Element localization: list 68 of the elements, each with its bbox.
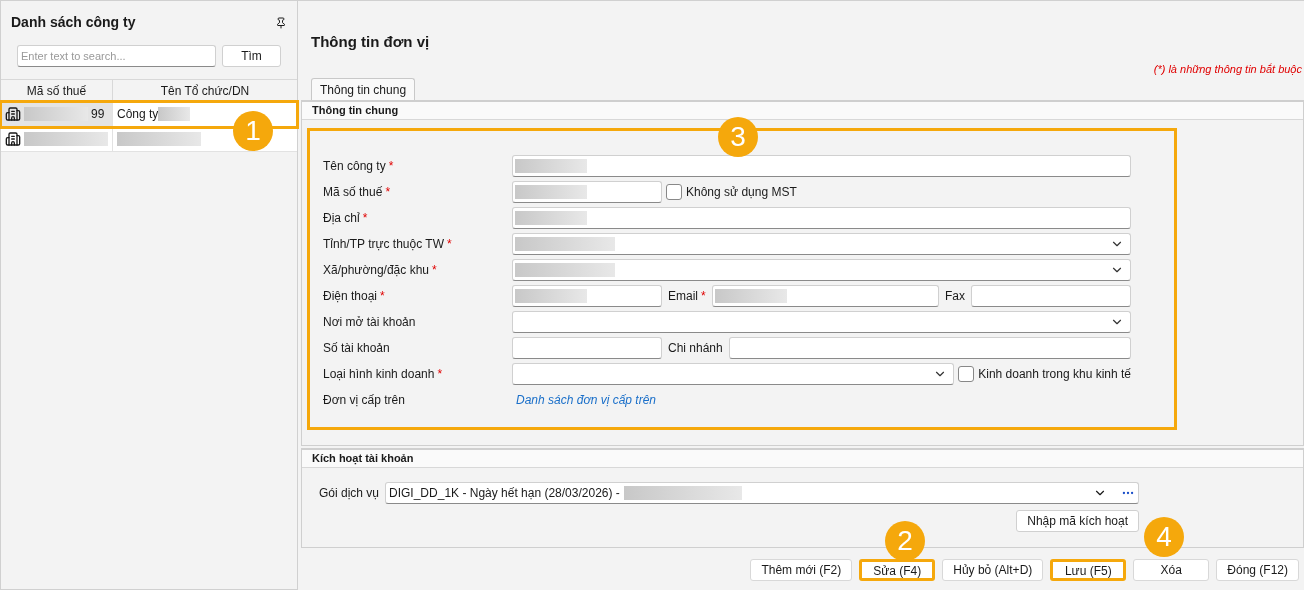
column-header[interactable]: Tên Tổ chức/DN [113,80,297,101]
action-button[interactable]: Xóa [1133,559,1210,581]
redacted-text [515,185,587,199]
dropdown-field[interactable]: DIGI_DD_1K - Ngày hết hạn (28/03/2026) - [385,482,1139,504]
checkbox-label: Không sử dụng MST [686,184,797,201]
field-value: DIGI_DD_1K - Ngày hết hạn (28/03/2026) - [389,485,620,502]
input-field[interactable] [512,207,1131,229]
input-field[interactable] [512,337,662,359]
field-label: Mã số thuế * [323,184,391,201]
dropdown-field[interactable] [512,311,1131,333]
input-field[interactable] [512,155,1131,177]
required-note: (*) là những thông tin bắt buộc [1153,61,1303,77]
field-label: Chi nhánh [667,340,724,357]
input-field[interactable] [971,285,1131,307]
field-label: Tên công ty * [323,158,394,175]
field-label: Tỉnh/TP trực thuộc TW * [323,236,452,253]
search-button[interactable]: Tìm [221,45,281,67]
input-field[interactable] [728,337,1131,359]
dropdown-field[interactable] [512,363,955,385]
group-title: Kích hoạt tài khoản [312,451,414,467]
redacted-text [158,107,191,121]
field-label: Số tài khoản [323,340,390,357]
panel-title: Danh sách công ty [11,13,136,32]
building-icon [5,131,21,147]
redacted-text [24,107,88,121]
field-label: Địa chỉ * [323,210,368,227]
input-field[interactable] [512,285,662,307]
checkbox[interactable] [666,184,682,200]
required-mark: * [446,237,452,251]
action-button[interactable]: Hủy bỏ (Alt+D) [942,559,1044,581]
required-mark: * [380,289,385,303]
link[interactable]: Danh sách đơn vị cấp trên [512,391,660,409]
dropdown-field[interactable] [512,259,1131,281]
field-label: Email * [667,288,707,305]
required-mark: * [432,263,437,277]
field-label: Fax [944,288,966,305]
dropdown-field[interactable] [512,233,1131,255]
required-mark: * [362,211,368,225]
tab[interactable]: Thông tin chung [311,78,416,100]
checkbox-label: Kinh doanh trong khu kinh tế [978,366,1131,383]
pin-icon[interactable] [275,16,287,29]
search-field[interactable]: Enter text to search... [17,45,216,67]
redacted-text [515,289,587,303]
table-cell-text: 99 [91,106,105,123]
action-button[interactable]: Đóng (F12) [1216,559,1299,581]
required-mark: * [388,159,394,173]
action-button[interactable]: Lưu (F5) [1050,559,1127,581]
required-mark: * [701,289,706,303]
field-label: Điện thoại * [323,288,385,305]
field-label: Xã/phường/đặc khu * [323,262,437,279]
input-field[interactable] [711,285,939,307]
redacted-text [515,211,587,225]
field-label: Gói dịch vụ [319,485,380,502]
input-field[interactable] [512,181,662,203]
redacted-text [515,159,587,173]
action-button[interactable]: Sửa (F4) [859,559,936,581]
page-title: Thông tin đơn vị [310,32,431,52]
required-mark: * [437,367,443,381]
activation-code-button[interactable]: Nhập mã kích hoạt [1016,510,1139,532]
required-mark: * [385,185,391,199]
checkbox[interactable] [958,366,975,382]
field-label: Loại hình kinh doanh * [323,366,443,383]
action-button[interactable]: Thêm mới (F2) [750,559,853,581]
group-title: Thông tin chung [312,103,399,119]
field-label: Nơi mở tài khoản [323,314,416,331]
field-label: Đơn vị cấp trên [323,392,405,409]
building-icon [5,106,21,122]
table-cell-text: Công ty [117,106,159,123]
